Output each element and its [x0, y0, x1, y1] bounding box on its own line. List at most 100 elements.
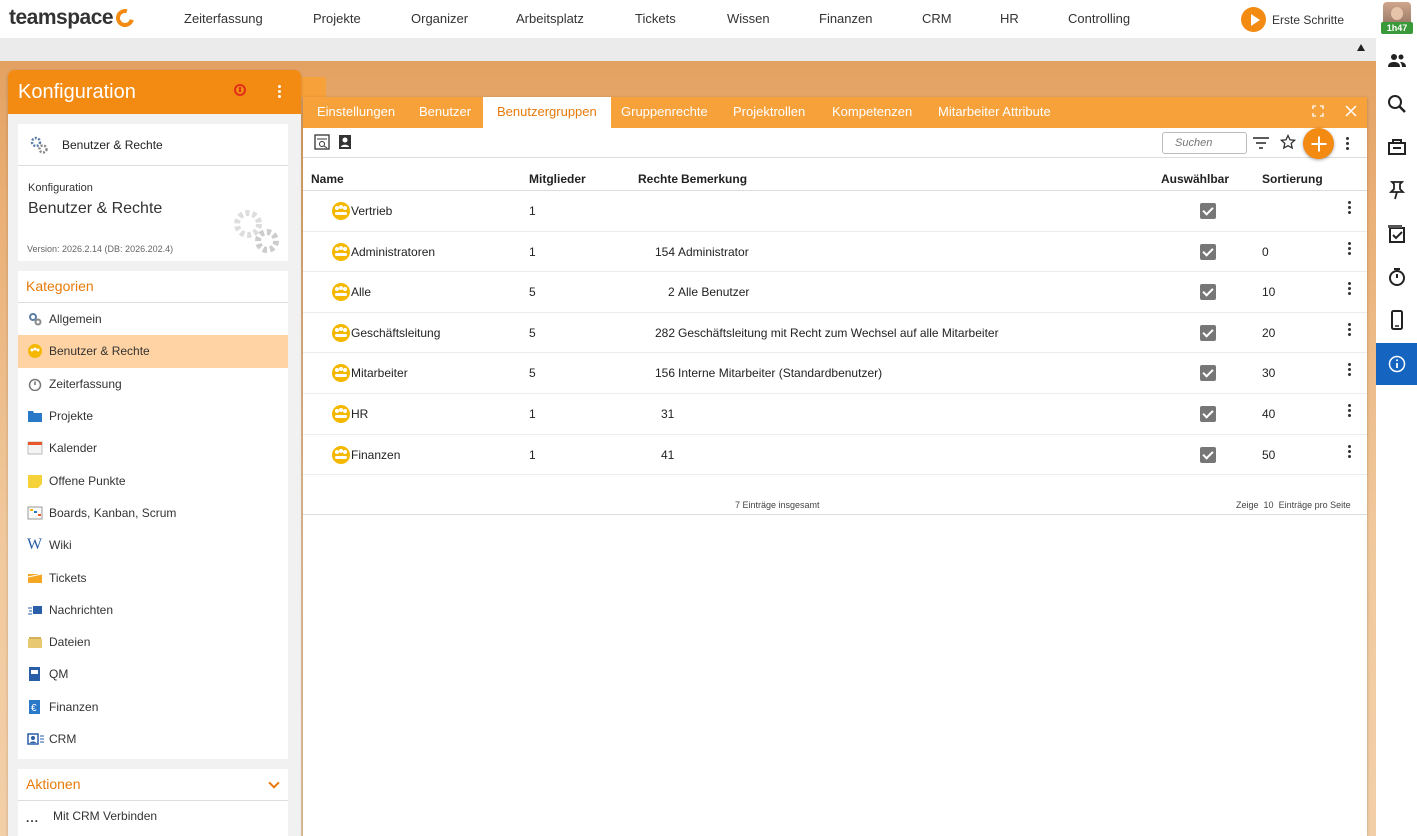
category-allgemein[interactable]: Allgemein	[18, 303, 288, 335]
category-projekte[interactable]: Projekte	[18, 400, 288, 432]
row-more-icon[interactable]	[1348, 363, 1351, 377]
star-icon[interactable]	[1279, 133, 1297, 150]
more-menu-icon[interactable]	[278, 85, 281, 98]
category-label: Tickets	[49, 570, 87, 585]
category-dateien[interactable]: Dateien	[18, 626, 288, 658]
category-qm[interactable]: QM	[18, 658, 288, 690]
pin-icon[interactable]	[1376, 170, 1417, 210]
top-navigation: teamspace Zeiterfassung Projekte Organiz…	[0, 0, 1376, 38]
breadcrumb[interactable]: Benutzer & Rechte	[18, 124, 288, 166]
add-group-button[interactable]	[1303, 128, 1334, 159]
table-row[interactable]: Vertrieb 1	[303, 191, 1367, 232]
col-selectable[interactable]: Auswählbar	[1161, 172, 1229, 186]
row-more-icon[interactable]	[1348, 444, 1351, 458]
table-row[interactable]: Mitarbeiter 5 156 Interne Mitarbeiter (S…	[303, 353, 1367, 394]
action-connect-crm[interactable]: ... Mit CRM Verbinden	[26, 809, 157, 825]
page-size-select[interactable]: 10	[1264, 500, 1274, 510]
info-icon[interactable]	[1376, 343, 1417, 385]
row-more-icon[interactable]	[1348, 322, 1351, 336]
user-group-icon	[332, 364, 350, 383]
play-icon	[1241, 7, 1266, 32]
col-rights[interactable]: Rechte	[638, 172, 678, 186]
col-members[interactable]: Mitglieder	[529, 172, 586, 186]
row-more-icon[interactable]	[1348, 282, 1351, 296]
category-tickets[interactable]: Tickets	[18, 561, 288, 593]
group-rights: 41	[661, 447, 675, 462]
category-boards[interactable]: Boards, Kanban, Scrum	[18, 497, 288, 529]
selectable-checkbox[interactable]	[1200, 446, 1216, 463]
tab-gruppenrechte[interactable]: Gruppenrechte	[607, 97, 722, 128]
category-finanzen[interactable]: € Finanzen	[18, 691, 288, 723]
row-more-icon[interactable]	[1348, 201, 1351, 214]
category-label: Zeiterfassung	[49, 376, 122, 391]
row-more-icon[interactable]	[1348, 403, 1351, 417]
category-zeiterfassung[interactable]: Zeiterfassung	[18, 368, 288, 400]
tab-projektrollen[interactable]: Projektrollen	[719, 97, 819, 128]
selectable-checkbox[interactable]	[1200, 243, 1216, 260]
nav-tickets[interactable]: Tickets	[635, 11, 676, 26]
search-icon[interactable]	[1376, 84, 1417, 124]
filter-icon[interactable]	[1253, 136, 1269, 152]
nav-arbeitsplatz[interactable]: Arbeitsplatz	[516, 11, 584, 26]
nav-crm[interactable]: CRM	[922, 11, 952, 26]
row-more-icon[interactable]	[1348, 241, 1351, 255]
first-steps-button[interactable]: Erste Schritte	[1241, 7, 1344, 32]
selectable-checkbox[interactable]	[1200, 203, 1216, 219]
table-row[interactable]: Administratoren 1 154 Administrator 0	[303, 232, 1367, 273]
col-sort[interactable]: Sortierung	[1262, 172, 1323, 186]
table-row[interactable]: Finanzen 1 41 50	[303, 435, 1367, 476]
nav-controlling[interactable]: Controlling	[1068, 11, 1130, 26]
selectable-checkbox[interactable]	[1200, 324, 1216, 341]
nav-organizer[interactable]: Organizer	[411, 11, 468, 26]
nav-zeiterfassung[interactable]: Zeiterfassung	[184, 11, 263, 26]
timer-badge[interactable]: 1h47	[1381, 22, 1413, 34]
group-members: 5	[529, 366, 536, 381]
actions-card: Aktionen ... Mit CRM Verbinden	[18, 769, 288, 836]
table-row[interactable]: HR 1 31 40	[303, 394, 1367, 435]
nav-projekte[interactable]: Projekte	[313, 11, 361, 26]
category-wiki[interactable]: W Wiki	[18, 529, 288, 561]
tab-kompetenzen[interactable]: Kompetenzen	[818, 97, 926, 128]
collapse-up-icon[interactable]	[1357, 44, 1365, 51]
chevron-down-icon[interactable]	[268, 777, 280, 789]
contact-card-icon	[27, 732, 44, 746]
toolbar-more-icon[interactable]	[1346, 137, 1349, 150]
nav-wissen[interactable]: Wissen	[727, 11, 770, 26]
table-row[interactable]: Alle 5 2 Alle Benutzer 10	[303, 272, 1367, 313]
category-benutzer-rechte[interactable]: Benutzer & Rechte	[18, 335, 288, 368]
table-row[interactable]: Geschäftsleitung 5 282 Geschäftsleitung …	[303, 313, 1367, 354]
category-nachrichten[interactable]: Nachrichten	[18, 594, 288, 626]
nav-finanzen[interactable]: Finanzen	[819, 11, 872, 26]
category-kalender[interactable]: Kalender	[18, 432, 288, 464]
background-window-tab[interactable]	[300, 77, 326, 97]
tab-einstellungen[interactable]: Einstellungen	[303, 97, 409, 128]
nav-hr[interactable]: HR	[1000, 11, 1019, 26]
tasks-icon[interactable]	[1376, 214, 1417, 254]
selectable-checkbox[interactable]	[1200, 405, 1216, 422]
alert-icon[interactable]	[234, 84, 246, 96]
search-input[interactable]	[1162, 132, 1247, 154]
user-group-icon	[332, 202, 350, 220]
selectable-checkbox[interactable]	[1200, 284, 1216, 301]
col-remark[interactable]: Bemerkung	[681, 172, 747, 186]
actions-title[interactable]: Aktionen	[18, 769, 288, 801]
selectable-checkbox[interactable]	[1200, 365, 1216, 382]
inbox-icon[interactable]	[1376, 127, 1417, 167]
group-members: 1	[529, 406, 536, 421]
category-offene-punkte[interactable]: Offene Punkte	[18, 464, 288, 496]
user-group-icon	[332, 283, 350, 302]
tab-benutzergruppen[interactable]: Benutzergruppen	[483, 97, 611, 128]
col-name[interactable]: Name	[311, 172, 344, 186]
tab-mitarbeiter-attribute[interactable]: Mitarbeiter Attribute	[924, 97, 1065, 128]
users-icon[interactable]	[1376, 41, 1417, 81]
close-icon[interactable]	[1345, 105, 1357, 117]
group-sort: 0	[1262, 244, 1269, 259]
category-crm[interactable]: CRM	[18, 723, 288, 755]
mobile-icon[interactable]	[1376, 300, 1417, 340]
search-list-icon[interactable]	[314, 134, 330, 150]
stopwatch-icon[interactable]	[1376, 257, 1417, 297]
tab-benutzer[interactable]: Benutzer	[405, 97, 485, 128]
teamspace-logo[interactable]: teamspace	[9, 5, 138, 31]
maximize-icon[interactable]	[1312, 105, 1324, 117]
user-card-icon[interactable]	[337, 134, 353, 150]
